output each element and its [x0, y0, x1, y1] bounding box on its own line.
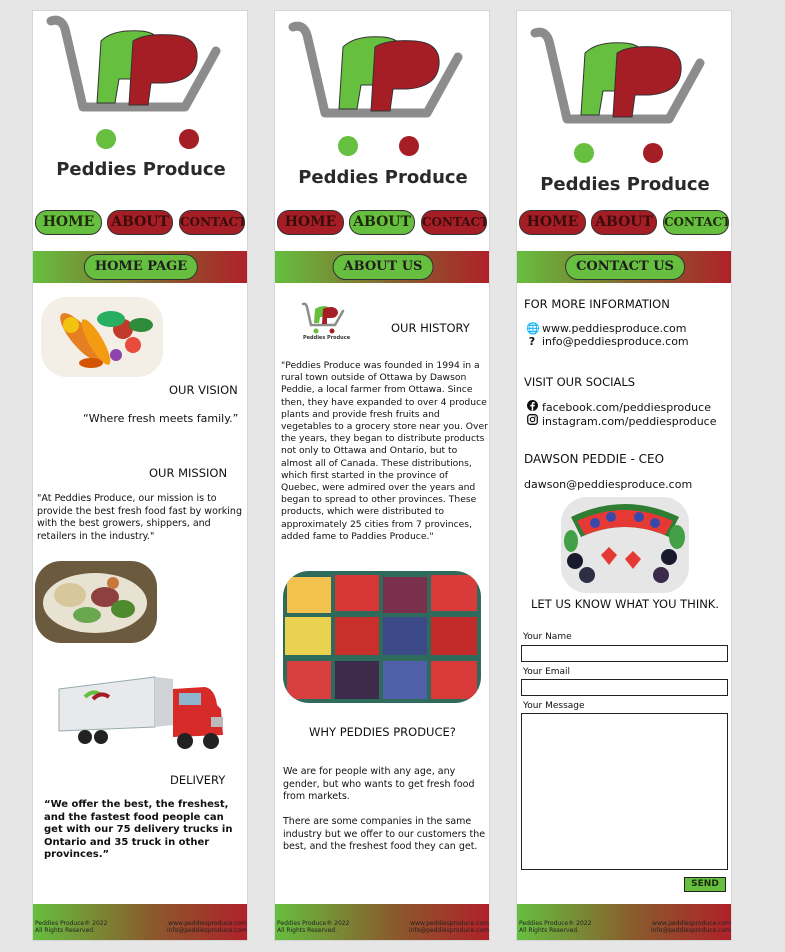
- footer-mail-link[interactable]: info@peddiesproduce.com: [651, 927, 731, 934]
- nav-about-button[interactable]: ABOUT: [107, 210, 173, 235]
- footer-mail-link[interactable]: info@peddiesproduce.com: [409, 927, 489, 934]
- nav-contact-button[interactable]: CONTACT: [663, 210, 729, 235]
- brand-logo: Peddies Produce: [33, 11, 247, 211]
- small-logo-text: Peddies Produce: [303, 335, 351, 341]
- brand-name: Peddies Produce: [298, 167, 468, 188]
- more-info-heading: FOR MORE INFORMATION: [524, 297, 670, 311]
- info-email-link[interactable]: info@peddiesproduce.com: [542, 335, 689, 348]
- site-footer: Peddies Produce® 2022 All Rights Reserved…: [517, 904, 731, 940]
- nav-home-button[interactable]: HOME: [35, 210, 102, 235]
- email-field[interactable]: [521, 679, 728, 696]
- feedback-heading: LET US KNOW WHAT YOU THINK.: [531, 597, 720, 611]
- brand-logo: Peddies Produce: [275, 11, 489, 211]
- page-banner: CONTACT US: [517, 251, 731, 283]
- footer-copyright: Peddies Produce® 2022: [277, 920, 350, 927]
- cart-logo-icon: [46, 15, 221, 149]
- about-page-panel: Peddies Produce HOME ABOUT CONTACT ABOUT…: [274, 10, 490, 941]
- facebook-icon: [526, 400, 538, 414]
- delivery-truck-image: [55, 665, 235, 761]
- page-banner: HOME PAGE: [33, 251, 247, 283]
- site-footer: Peddies Produce® 2022 All Rights Reserved…: [33, 904, 247, 940]
- vegetables-image: [41, 297, 163, 377]
- delivery-heading: DELIVERY: [170, 773, 226, 787]
- footer-mail-link[interactable]: info@peddiesproduce.com: [167, 927, 247, 934]
- footer-rights: All Rights Reserved.: [277, 927, 338, 934]
- footer-site-link[interactable]: www.peddiesproduce.com: [167, 920, 247, 927]
- footer-site-link[interactable]: www.peddiesproduce.com: [651, 920, 731, 927]
- socials-heading: VISIT OUR SOCIALS: [524, 375, 636, 389]
- delivery-text: “We offer the best, the freshest, and th…: [44, 799, 233, 861]
- nav-about-button[interactable]: ABOUT: [349, 210, 415, 235]
- footer-rights: All Rights Reserved.: [519, 927, 580, 934]
- footer-copyright: Peddies Produce® 2022: [35, 920, 108, 927]
- mission-heading: OUR MISSION: [149, 466, 228, 480]
- history-heading: OUR HISTORY: [391, 321, 470, 335]
- small-logo-icon: Peddies Produce: [299, 301, 351, 349]
- salad-image: [35, 561, 157, 643]
- nav-contact-button[interactable]: CONTACT: [421, 210, 487, 235]
- instagram-icon: [526, 414, 538, 428]
- nav-home-button[interactable]: HOME: [519, 210, 586, 235]
- page-banner: ABOUT US: [275, 251, 489, 283]
- page-title: ABOUT US: [332, 254, 434, 280]
- brand-name: Peddies Produce: [540, 174, 710, 195]
- nav-contact-button[interactable]: CONTACT: [179, 210, 245, 235]
- footer-copyright: Peddies Produce® 2022: [519, 920, 592, 927]
- name-label: Your Name: [523, 632, 572, 642]
- page-title: CONTACT US: [565, 254, 685, 280]
- message-label: Your Message: [523, 701, 585, 711]
- home-page-panel: Peddies Produce HOME ABOUT CONTACT HOME …: [32, 10, 248, 941]
- vision-text: “Where fresh meets family.”: [83, 412, 239, 425]
- mission-text: "At Peddies Produce, our mission is to p…: [37, 493, 242, 542]
- name-field[interactable]: [521, 645, 728, 662]
- page-title: HOME PAGE: [83, 254, 199, 280]
- main-nav: HOME ABOUT CONTACT: [517, 210, 731, 238]
- send-button[interactable]: SEND: [684, 877, 726, 892]
- message-textarea[interactable]: [521, 713, 728, 870]
- ceo-heading: DAWSON PEDDIE - CEO: [524, 452, 665, 466]
- footer-site-link[interactable]: www.peddiesproduce.com: [409, 920, 489, 927]
- footer-rights: All Rights Reserved.: [35, 927, 96, 934]
- nav-about-button[interactable]: ABOUT: [591, 210, 657, 235]
- ceo-email-link[interactable]: dawson@peddiesproduce.com: [524, 478, 692, 491]
- berries-market-image: [283, 571, 481, 703]
- main-nav: HOME ABOUT CONTACT: [275, 210, 489, 238]
- nav-home-button[interactable]: HOME: [277, 210, 344, 235]
- brand-logo: Peddies Produce: [517, 11, 731, 211]
- brand-name: Peddies Produce: [56, 159, 226, 180]
- email-label: Your Email: [523, 667, 571, 677]
- contact-page-panel: Peddies Produce HOME ABOUT CONTACT CONTA…: [516, 10, 732, 941]
- watermelon-fruit-image: [561, 497, 689, 593]
- history-text: "Peddies Produce was founded in 1994 in …: [281, 360, 488, 542]
- why-paragraph-1: We are for people with any age, any gend…: [283, 766, 475, 802]
- vision-heading: OUR VISION: [169, 383, 238, 397]
- globe-icon: 🌐: [526, 322, 540, 335]
- why-paragraph-2: There are some companies in the same ind…: [283, 816, 486, 852]
- website-link[interactable]: www.peddiesproduce.com: [542, 322, 687, 335]
- main-nav: HOME ABOUT CONTACT: [33, 210, 247, 238]
- site-footer: Peddies Produce® 2022 All Rights Reserved…: [275, 904, 489, 940]
- facebook-link[interactable]: facebook.com/peddiesproduce: [542, 401, 711, 414]
- question-icon: ?: [528, 335, 536, 348]
- why-heading: WHY PEDDIES PRODUCE?: [309, 725, 456, 739]
- instagram-link[interactable]: instagram.com/peddiesproduce: [542, 415, 717, 428]
